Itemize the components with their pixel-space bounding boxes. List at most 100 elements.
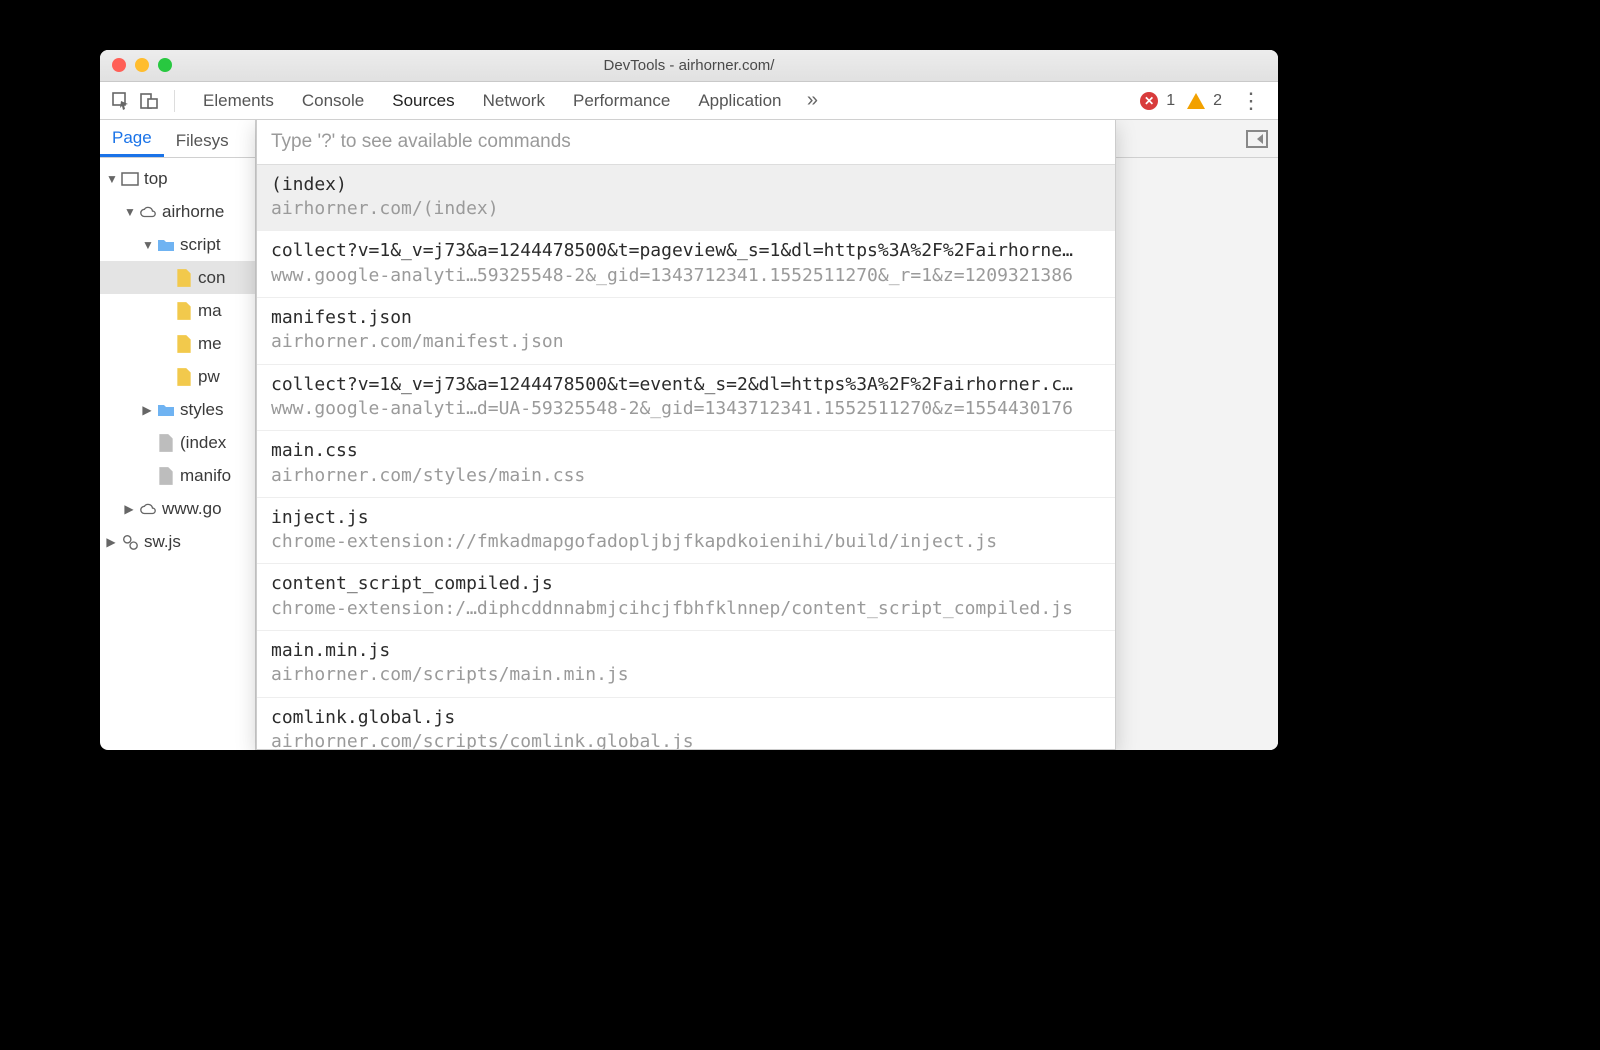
tree-node-label: (index <box>180 433 226 453</box>
sidebar-tab-filesys[interactable]: Filesys <box>164 125 241 157</box>
expand-arrow-icon: ▼ <box>124 205 134 219</box>
command-results: (index)airhorner.com/(index)collect?v=1&… <box>257 165 1115 749</box>
device-toggle-icon[interactable] <box>138 90 160 112</box>
tree-node[interactable]: ma <box>100 294 255 327</box>
folder-blue-icon <box>157 400 175 420</box>
result-secondary: chrome-extension://fmkadmapgofadopljbjfk… <box>271 530 1101 554</box>
tab-elements[interactable]: Elements <box>189 91 288 111</box>
command-result[interactable]: (index)airhorner.com/(index) <box>257 165 1115 232</box>
expand-arrow-icon: ▶ <box>142 403 152 417</box>
tree-node[interactable]: ▶ styles <box>100 393 255 426</box>
command-result[interactable]: collect?v=1&_v=j73&a=1244478500&t=event&… <box>257 365 1115 432</box>
zoom-window-button[interactable] <box>158 58 172 72</box>
close-window-button[interactable] <box>112 58 126 72</box>
result-secondary: chrome-extension:/…diphcddnnabmjcihcjfbh… <box>271 597 1101 621</box>
command-input[interactable] <box>257 120 1115 165</box>
error-count: 1 <box>1166 92 1175 110</box>
tab-network[interactable]: Network <box>469 91 559 111</box>
more-tabs-icon[interactable]: » <box>801 90 823 112</box>
result-primary: inject.js <box>271 506 1101 530</box>
command-result[interactable]: main.cssairhorner.com/styles/main.css <box>257 431 1115 498</box>
result-primary: main.min.js <box>271 639 1101 663</box>
tree-node-label: sw.js <box>144 532 181 552</box>
result-secondary: airhorner.com/scripts/comlink.global.js <box>271 730 1101 749</box>
tree-node[interactable]: ▶ www.go <box>100 492 255 525</box>
minimize-window-button[interactable] <box>135 58 149 72</box>
expand-arrow-icon: ▼ <box>106 172 116 186</box>
cloud-icon <box>139 202 157 222</box>
editor-area: (index)airhorner.com/(index)collect?v=1&… <box>256 120 1278 750</box>
tree-node[interactable]: con <box>100 261 255 294</box>
titlebar: DevTools - airhorner.com/ <box>100 50 1278 82</box>
tree-node[interactable]: ▼top <box>100 162 255 195</box>
expand-arrow-icon <box>160 337 170 351</box>
expand-arrow-icon <box>160 370 170 384</box>
cloud-icon <box>139 499 157 519</box>
tree-node[interactable]: (index <box>100 426 255 459</box>
result-primary: comlink.global.js <box>271 706 1101 730</box>
tree-node[interactable]: manifo <box>100 459 255 492</box>
result-primary: (index) <box>271 173 1101 197</box>
file-gray-icon <box>157 466 175 486</box>
sidebar-tabs: PageFilesys <box>100 120 255 158</box>
tree-node[interactable]: ▶ sw.js <box>100 525 255 558</box>
command-result[interactable]: main.min.jsairhorner.com/scripts/main.mi… <box>257 631 1115 698</box>
file-yellow-icon <box>175 301 193 321</box>
tree-node-label: styles <box>180 400 223 420</box>
file-yellow-icon <box>175 268 193 288</box>
error-icon[interactable]: ✕ <box>1140 92 1158 110</box>
result-secondary: www.google-analyti…59325548-2&_gid=13437… <box>271 264 1101 288</box>
tab-performance[interactable]: Performance <box>559 91 684 111</box>
tree-node-label: www.go <box>162 499 222 519</box>
expand-arrow-icon: ▼ <box>142 238 152 252</box>
devtools-tabbar: ElementsConsoleSourcesNetworkPerformance… <box>100 82 1278 120</box>
result-secondary: airhorner.com/manifest.json <box>271 330 1101 354</box>
tree-node[interactable]: pw <box>100 360 255 393</box>
result-secondary: airhorner.com/scripts/main.min.js <box>271 663 1101 687</box>
separator <box>174 90 175 112</box>
result-primary: manifest.json <box>271 306 1101 330</box>
tree-node-label: ma <box>198 301 222 321</box>
result-secondary: airhorner.com/(index) <box>271 197 1101 221</box>
tree-node[interactable]: ▼ airhorne <box>100 195 255 228</box>
toggle-debugger-pane-icon[interactable] <box>1246 130 1268 148</box>
command-result[interactable]: collect?v=1&_v=j73&a=1244478500&t=pagevi… <box>257 231 1115 298</box>
file-gray-icon <box>157 433 175 453</box>
expand-arrow-icon <box>142 436 152 450</box>
panel-body: PageFilesys ▼top▼airhorne▼script con ma … <box>100 120 1278 750</box>
result-secondary: www.google-analyti…d=UA-59325548-2&_gid=… <box>271 397 1101 421</box>
result-primary: collect?v=1&_v=j73&a=1244478500&t=event&… <box>271 373 1101 397</box>
sidebar-tab-page[interactable]: Page <box>100 122 164 157</box>
window-controls <box>112 58 172 72</box>
file-yellow-icon <box>175 367 193 387</box>
inspect-icon[interactable] <box>110 90 132 112</box>
warning-count: 2 <box>1213 92 1222 110</box>
file-tree: ▼top▼airhorne▼script con ma me pw▶styles… <box>100 158 255 750</box>
tree-node-label: script <box>180 235 221 255</box>
expand-arrow-icon <box>160 271 170 285</box>
settings-menu-icon[interactable]: ⋮ <box>1234 88 1268 114</box>
expand-arrow-icon: ▶ <box>106 535 116 549</box>
command-result[interactable]: content_script_compiled.jschrome-extensi… <box>257 564 1115 631</box>
folder-blue-icon <box>157 235 175 255</box>
command-result[interactable]: manifest.jsonairhorner.com/manifest.json <box>257 298 1115 365</box>
result-primary: main.css <box>271 439 1101 463</box>
warning-icon[interactable] <box>1187 93 1205 109</box>
tree-node-label: me <box>198 334 222 354</box>
tree-node[interactable]: ▼ script <box>100 228 255 261</box>
command-result[interactable]: inject.jschrome-extension://fmkadmapgofa… <box>257 498 1115 565</box>
window-title: DevTools - airhorner.com/ <box>604 57 775 74</box>
tree-node[interactable]: me <box>100 327 255 360</box>
command-result[interactable]: comlink.global.jsairhorner.com/scripts/c… <box>257 698 1115 749</box>
tab-console[interactable]: Console <box>288 91 378 111</box>
tab-sources[interactable]: Sources <box>378 91 468 111</box>
result-secondary: airhorner.com/styles/main.css <box>271 464 1101 488</box>
file-yellow-icon <box>175 334 193 354</box>
command-menu: (index)airhorner.com/(index)collect?v=1&… <box>256 120 1116 750</box>
result-primary: content_script_compiled.js <box>271 572 1101 596</box>
status-group: ✕ 1 2 ⋮ <box>1140 88 1268 114</box>
expand-arrow-icon: ▶ <box>124 502 134 516</box>
tab-application[interactable]: Application <box>684 91 795 111</box>
devtools-window: DevTools - airhorner.com/ ElementsConsol… <box>100 50 1278 750</box>
tree-node-label: airhorne <box>162 202 224 222</box>
